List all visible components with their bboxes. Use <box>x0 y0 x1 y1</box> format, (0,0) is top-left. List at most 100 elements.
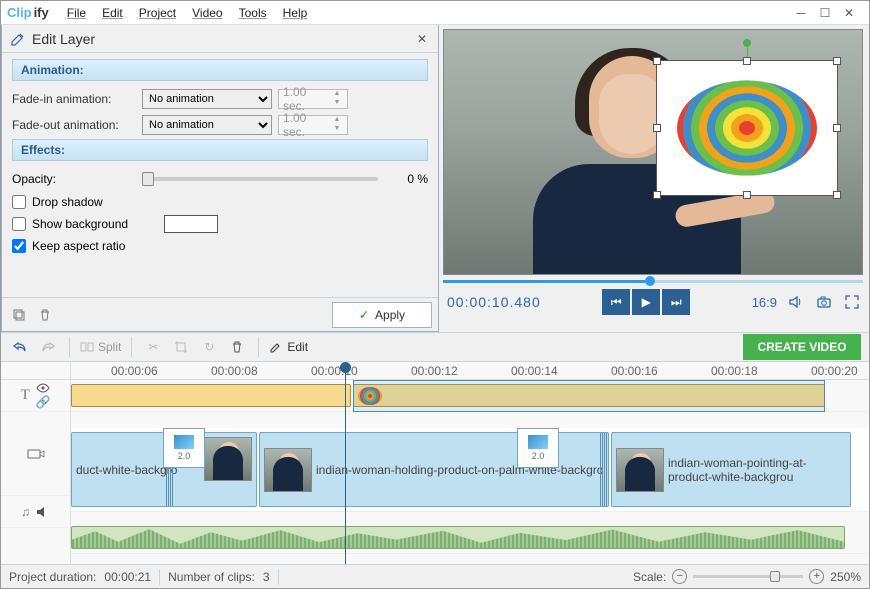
resize-handle[interactable] <box>833 124 841 132</box>
window-close-icon[interactable]: ✕ <box>839 4 859 22</box>
app-logo-prefix: Clip <box>7 5 32 20</box>
apply-button[interactable]: ✓Apply <box>332 302 432 328</box>
edit-layer-panel: Edit Layer ✕ Animation: Fade-in animatio… <box>1 25 439 332</box>
panel-title: Edit Layer <box>32 31 414 47</box>
ruler-tick: 00:00:08 <box>211 364 258 378</box>
speaker-icon[interactable] <box>36 506 50 518</box>
eye-icon[interactable] <box>36 383 51 393</box>
audio-track-icon[interactable]: ♫ <box>21 505 30 519</box>
fullscreen-icon[interactable] <box>843 293 861 311</box>
menu-help[interactable]: Help <box>275 6 316 20</box>
split-label: Split <box>98 340 121 354</box>
ruler-tick: 00:00:20 <box>811 364 858 378</box>
timeline-area: T 🔗 ♫ 00:00:06 00:00:08 00:00:10 00:00:1… <box>1 362 869 564</box>
overlay-clip-selected[interactable] <box>353 384 825 407</box>
menu-edit[interactable]: Edit <box>94 6 131 20</box>
check-icon: ✓ <box>359 308 369 322</box>
video-clip[interactable]: indian-woman-pointing-at-product-white-b… <box>611 432 851 507</box>
transition-badge[interactable]: 2.0 <box>163 428 205 468</box>
status-bar: Project duration: 00:00:21 Number of cli… <box>1 564 869 588</box>
window-maximize-icon[interactable]: ☐ <box>815 4 835 22</box>
overlay-clip[interactable] <box>71 384 351 407</box>
rotate-handle-icon[interactable] <box>743 39 751 47</box>
edit-label: Edit <box>287 340 308 354</box>
preview-viewport[interactable] <box>443 29 863 275</box>
aspect-ratio[interactable]: 16:9 <box>752 295 777 310</box>
fade-out-select[interactable]: No animation <box>142 115 272 135</box>
split-button[interactable]: Split <box>80 340 121 354</box>
fade-out-label: Fade-out animation: <box>12 118 142 132</box>
duration-value: 00:00:21 <box>104 570 151 584</box>
section-effects: Effects: <box>12 139 428 161</box>
resize-handle[interactable] <box>833 191 841 199</box>
keep-aspect-checkbox[interactable] <box>12 239 26 253</box>
scale-slider[interactable] <box>693 575 803 578</box>
menu-tools[interactable]: Tools <box>231 6 275 20</box>
resize-handle[interactable] <box>653 124 661 132</box>
crop-icon[interactable] <box>170 336 192 358</box>
clip-label: indian-woman-holding-product-on-palm-whi… <box>316 463 603 477</box>
opacity-slider[interactable] <box>142 177 378 181</box>
edit-button[interactable]: Edit <box>269 340 308 354</box>
timeline-ruler[interactable]: 00:00:06 00:00:08 00:00:10 00:00:12 00:0… <box>71 362 869 380</box>
window-minimize-icon[interactable]: ─ <box>791 4 811 22</box>
prev-frame-button[interactable]: ⏮ <box>602 289 630 315</box>
menu-file[interactable]: File <box>59 6 94 20</box>
video-track[interactable]: duct-white-backgro 2.0 indian-woman-hold… <box>71 428 869 512</box>
audio-track-head: ♫ <box>1 496 70 528</box>
fade-out-duration[interactable]: 1.00 sec.▲▼ <box>278 115 348 135</box>
create-video-button[interactable]: CREATE VIDEO <box>743 334 861 360</box>
fade-out-duration-value: 1.00 sec. <box>283 111 331 139</box>
audio-track[interactable] <box>71 522 869 554</box>
clip-thumbnail <box>204 437 252 481</box>
volume-icon[interactable] <box>787 293 805 311</box>
rug-thumb-icon <box>358 387 382 405</box>
trash-icon[interactable] <box>226 336 248 358</box>
fade-in-select[interactable]: No animation <box>142 89 272 109</box>
resize-handle[interactable] <box>833 57 841 65</box>
opacity-value: 0 % <box>388 172 428 186</box>
resize-handle[interactable] <box>653 57 661 65</box>
duration-label: Project duration: <box>9 570 96 584</box>
resize-handle[interactable] <box>743 191 751 199</box>
delete-icon[interactable] <box>34 304 56 326</box>
audio-clip[interactable] <box>71 526 845 549</box>
play-button[interactable]: ▶ <box>632 289 660 315</box>
transition-duration: 2.0 <box>532 451 545 461</box>
ruler-tick: 00:00:14 <box>511 364 558 378</box>
text-track-icon[interactable]: T <box>20 387 29 404</box>
copy-icon[interactable] <box>8 304 30 326</box>
fade-in-label: Fade-in animation: <box>12 92 142 106</box>
zoom-in-icon[interactable]: + <box>809 569 824 584</box>
redo-icon[interactable] <box>37 336 59 358</box>
background-color-swatch[interactable] <box>164 215 218 233</box>
preview-panel: 00:00:10.480 ⏮ ▶ ⏭ 16:9 <box>439 25 869 332</box>
clip-label: indian-woman-pointing-at-product-white-b… <box>668 456 846 484</box>
show-background-checkbox[interactable] <box>12 217 26 231</box>
overlay-selection[interactable] <box>656 60 838 196</box>
panel-close-icon[interactable]: ✕ <box>414 31 430 47</box>
undo-icon[interactable] <box>9 336 31 358</box>
app-logo: Clipify <box>7 5 49 20</box>
drop-shadow-checkbox[interactable] <box>12 195 26 209</box>
resize-handle[interactable] <box>743 57 751 65</box>
rotate-icon[interactable]: ↻ <box>198 336 220 358</box>
overlay-track[interactable] <box>71 380 869 412</box>
fade-in-duration[interactable]: 1.00 sec.▲▼ <box>278 89 348 109</box>
next-frame-button[interactable]: ⏭ <box>662 289 690 315</box>
transition-badge[interactable]: 2.0 <box>517 428 559 468</box>
cut-icon[interactable]: ✂ <box>142 336 164 358</box>
clip-thumbnail <box>616 448 664 492</box>
show-background-label: Show background <box>32 217 128 231</box>
resize-handle[interactable] <box>653 191 661 199</box>
playhead[interactable] <box>345 362 346 564</box>
link-icon[interactable]: 🔗 <box>36 395 51 409</box>
preview-seek-bar[interactable] <box>443 279 863 285</box>
menu-video[interactable]: Video <box>184 6 230 20</box>
snapshot-icon[interactable] <box>815 293 833 311</box>
video-track-icon[interactable] <box>27 447 45 461</box>
zoom-out-icon[interactable]: − <box>672 569 687 584</box>
menu-project[interactable]: Project <box>131 6 184 20</box>
clip-handle-icon[interactable] <box>600 433 608 506</box>
ruler-tick: 00:00:16 <box>611 364 658 378</box>
